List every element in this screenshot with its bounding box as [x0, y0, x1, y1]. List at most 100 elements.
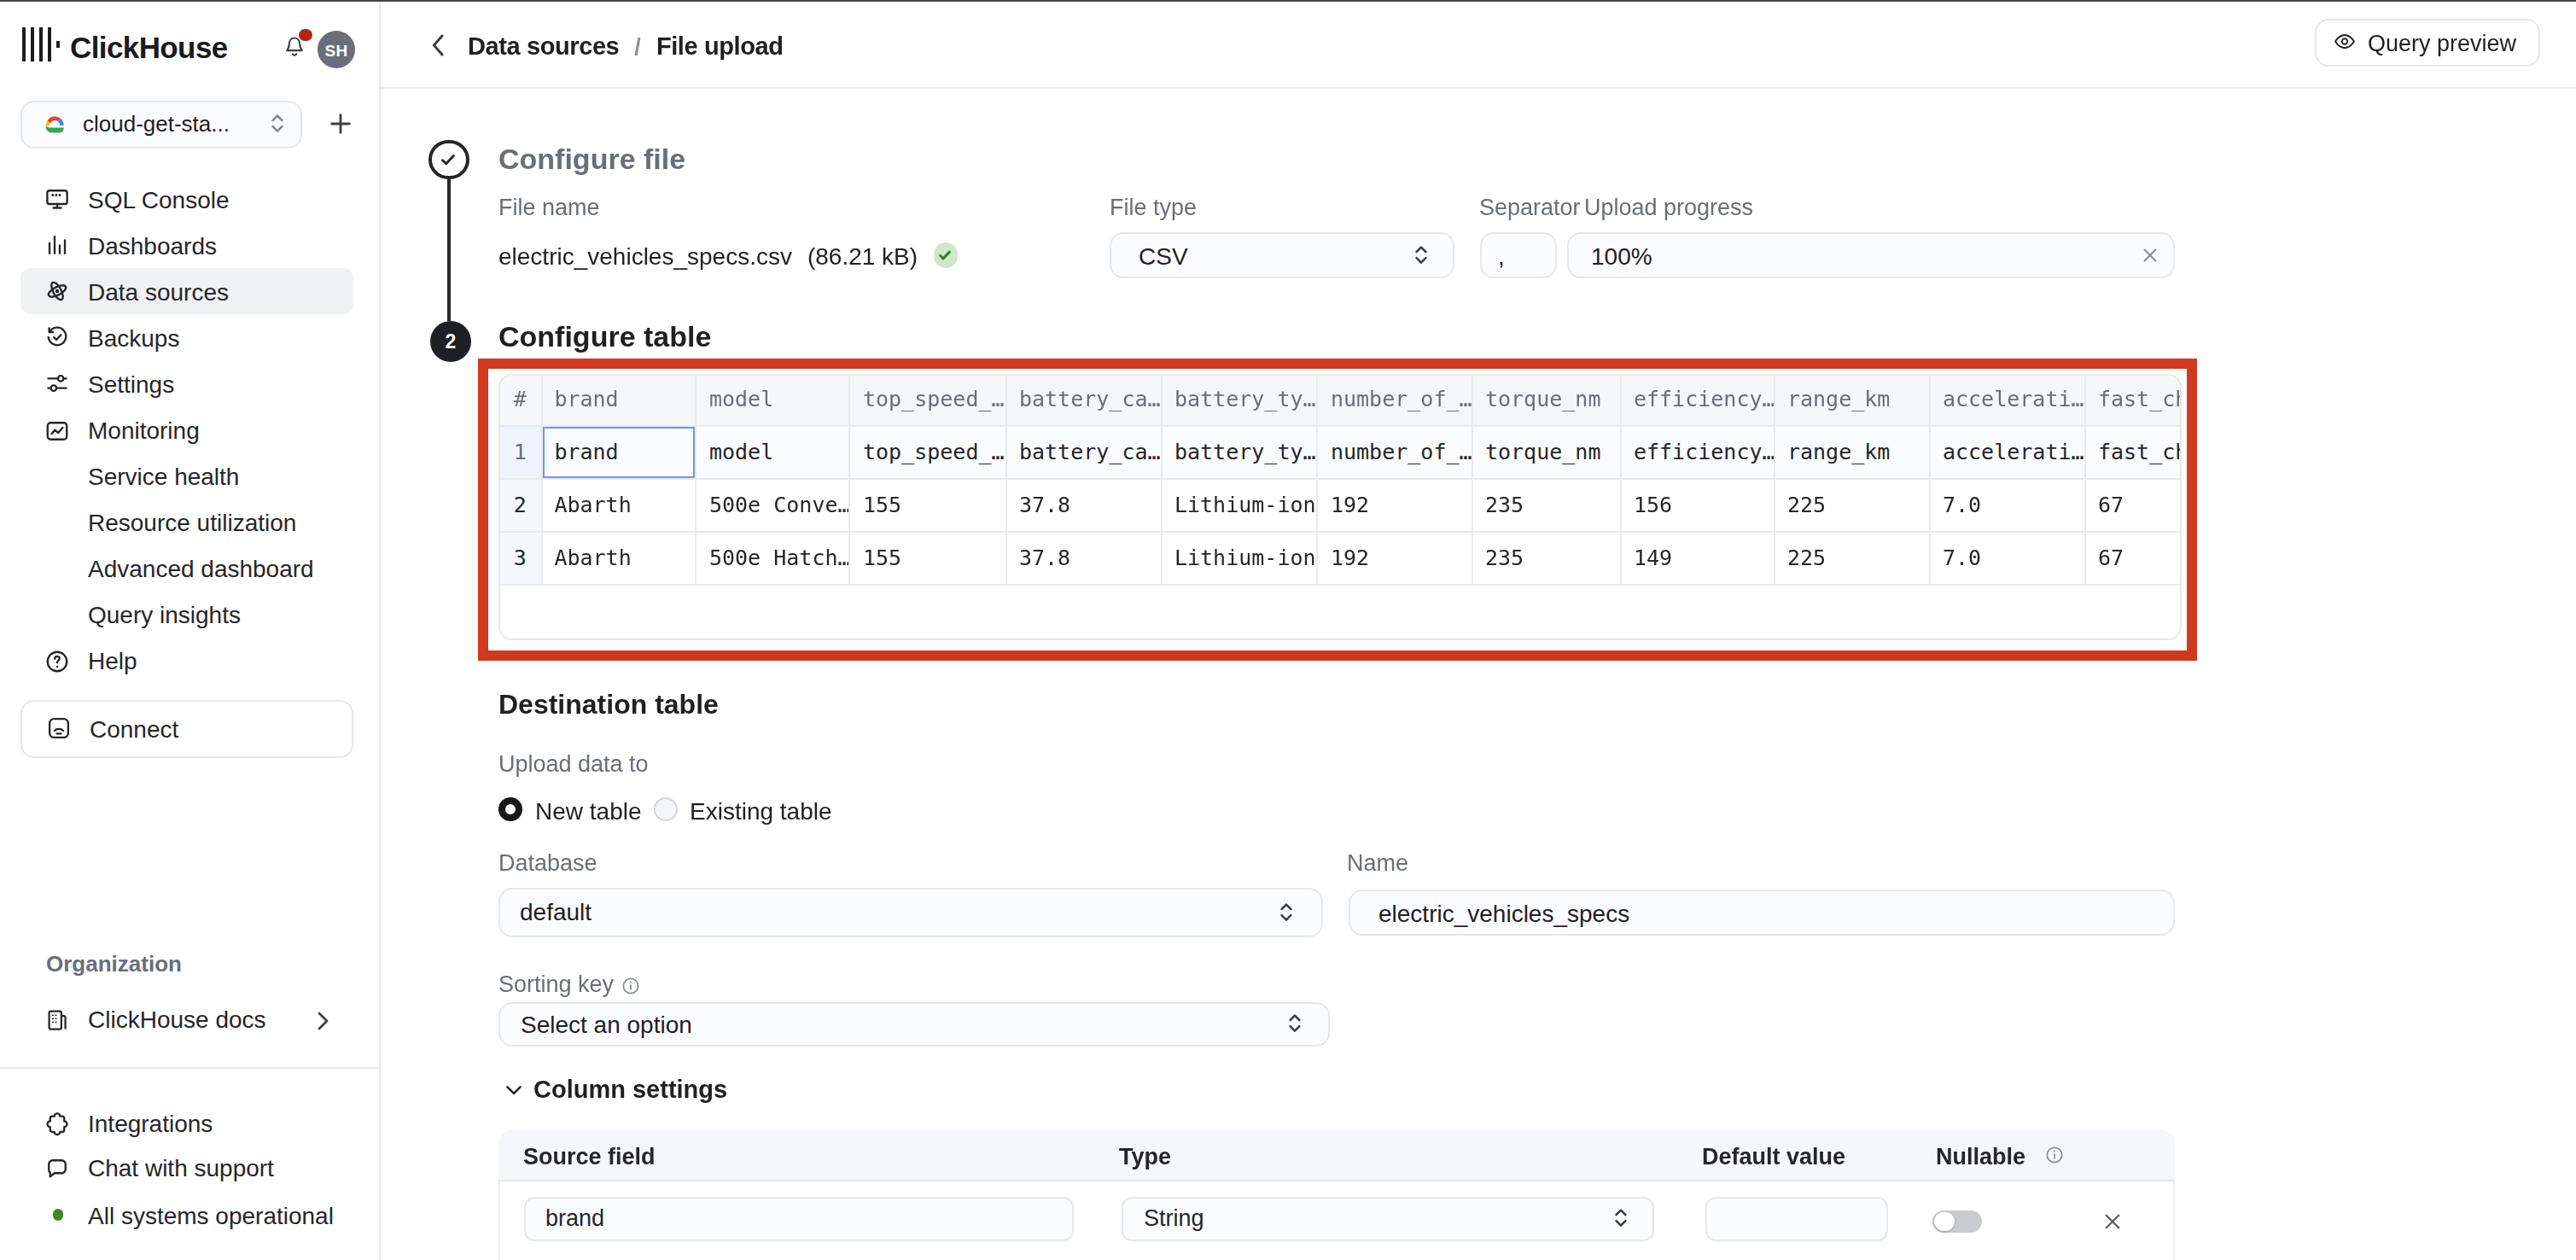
preview-cell[interactable]: 37.8 [1007, 532, 1163, 585]
connect-button[interactable]: Connect [20, 700, 353, 757]
preview-col-header: number_of_… [1319, 376, 1473, 426]
preview-cell[interactable]: Abarth [542, 479, 697, 532]
column-settings-row: brand String [498, 1181, 2175, 1260]
breadcrumb-file-upload: File upload [656, 32, 784, 60]
clear-upload-icon[interactable] [2140, 246, 2159, 265]
column-settings-chevron-icon[interactable] [505, 1083, 522, 1097]
query-preview-button[interactable]: Query preview [2315, 19, 2539, 67]
breadcrumb-data-sources[interactable]: Data sources [468, 32, 619, 60]
preview-cell[interactable]: Abarth [542, 532, 697, 585]
sorting-key-select[interactable]: Select an option [498, 1001, 1329, 1047]
upload-progress-input[interactable]: 100% [1567, 232, 2174, 278]
preview-cell[interactable]: 225 [1775, 479, 1931, 532]
database-select[interactable]: default [498, 888, 1323, 936]
preview-cell[interactable]: 155 [851, 479, 1007, 532]
source-field-input[interactable]: brand [524, 1196, 1073, 1241]
radio-new-table[interactable] [498, 796, 522, 821]
cell-text: 500e Conve… [709, 491, 851, 516]
preview-cell[interactable]: efficiency… [1622, 426, 1775, 479]
sidebar-item-sql-console[interactable]: SQL Console [20, 176, 353, 222]
preview-cell[interactable]: Lithium-ion [1163, 532, 1319, 585]
preview-cell[interactable]: 192 [1319, 479, 1473, 532]
chevron-updown-icon [1413, 244, 1428, 266]
preview-cell[interactable]: 235 [1473, 479, 1622, 532]
sidebar-item-monitoring[interactable]: Monitoring [20, 407, 353, 453]
nullable-toggle[interactable] [1932, 1210, 1981, 1233]
sidebar-item-advanced-dashboard[interactable]: Advanced dashboard [20, 546, 353, 592]
preview-cell[interactable]: torque_nm [1473, 426, 1622, 479]
preview-cell[interactable]: battery_ca… [1007, 426, 1163, 479]
preview-cell[interactable]: 7.0 [1931, 532, 2086, 585]
preview-col-header: battery_ty… [1163, 376, 1319, 426]
preview-cell[interactable]: 67 [2086, 479, 2179, 532]
file-type-select[interactable]: CSV [1110, 232, 1454, 278]
breadcrumb-separator: / [634, 34, 641, 60]
preview-cell[interactable]: range_km [1775, 426, 1931, 479]
clickhouse-logo-icon[interactable] [22, 27, 60, 61]
back-button[interactable] [430, 32, 446, 58]
preview-cell[interactable]: number_of_… [1319, 426, 1473, 479]
cell-text: brand [554, 438, 618, 464]
sidebar-item-integrations[interactable]: Integrations [20, 1103, 353, 1144]
cell-text: range_km [1787, 386, 1890, 411]
preview-cell[interactable]: 500e Conve… [697, 479, 851, 532]
type-header: Type [1119, 1143, 1171, 1169]
cell-text: torque_nm [1485, 438, 1600, 464]
sidebar-item-dashboards[interactable]: Dashboards [20, 222, 353, 268]
preview-cell[interactable]: model [697, 426, 851, 479]
avatar[interactable]: SH [318, 31, 355, 68]
sidebar-item-data-sources[interactable]: Data sources [20, 268, 353, 314]
preview-cell[interactable]: 2 [499, 479, 542, 532]
sidebar-item-resource-utilization[interactable]: Resource utilization [20, 499, 353, 545]
separator-input[interactable]: , [1479, 232, 1556, 278]
sorting-key-label: Sorting key [498, 971, 614, 996]
cell-text: 225 [1787, 491, 1826, 516]
preview-table: #brandmodeltop_speed_…battery_ca…battery… [498, 374, 2181, 639]
preview-cell[interactable]: fast_cha [2086, 426, 2179, 479]
preview-cell[interactable]: Lithium-ion [1163, 479, 1319, 532]
nullable-info-icon[interactable] [2045, 1146, 2064, 1164]
column-settings-label[interactable]: Column settings [533, 1076, 727, 1103]
type-select[interactable]: String [1122, 1196, 1653, 1241]
sorting-key-info-icon[interactable] [621, 976, 640, 995]
radio-existing-table[interactable] [654, 796, 678, 820]
preview-cell[interactable]: 235 [1473, 532, 1622, 585]
sidebar-item-backups[interactable]: Backups [20, 315, 353, 361]
preview-cell[interactable]: 155 [851, 532, 1007, 585]
preview-cell[interactable]: 1 [499, 426, 542, 479]
cell-text: Lithium-ion [1174, 491, 1316, 516]
file-name-value: electric_vehicles_specs.csv(86.21 kB) [498, 242, 958, 269]
sidebar-item-all-systems-operational[interactable]: All systems operational [20, 1194, 353, 1235]
add-service-button[interactable] [328, 111, 353, 137]
service-selector[interactable]: cloud-get-sta... [20, 101, 301, 148]
sidebar-item-service-health[interactable]: Service health [20, 453, 353, 499]
preview-cell[interactable]: 192 [1319, 532, 1473, 585]
preview-cell[interactable]: 67 [2086, 532, 2179, 585]
source-field-value: brand [545, 1206, 604, 1232]
sidebar-item-help[interactable]: Help [20, 639, 353, 685]
preview-cell[interactable]: 7.0 [1931, 479, 2086, 532]
nullable-header: Nullable [1936, 1143, 2025, 1169]
preview-cell[interactable]: accelerati… [1931, 426, 2086, 479]
sidebar-item-query-insights[interactable]: Query insights [20, 592, 353, 639]
sidebar-item-chat-with-support[interactable]: Chat with support [20, 1147, 353, 1188]
sidebar-item-clickhouse-docs[interactable]: ClickHouse docs [20, 999, 353, 1040]
name-input[interactable]: electric_vehicles_specs [1349, 890, 2174, 936]
preview-cell[interactable]: battery_ty… [1163, 426, 1319, 479]
cell-text: 37.8 [1019, 544, 1070, 569]
sidebar-item-settings[interactable]: Settings [20, 361, 353, 407]
sidebar-item-label: Help [88, 648, 137, 675]
sidebar-divider [0, 1067, 381, 1069]
preview-cell[interactable]: 500e Hatch… [697, 532, 851, 585]
preview-cell[interactable]: 225 [1775, 532, 1931, 585]
preview-cell[interactable]: 156 [1622, 479, 1775, 532]
preview-cell[interactable]: 3 [499, 532, 542, 585]
preview-cell[interactable]: 149 [1622, 532, 1775, 585]
file-valid-check-icon [933, 243, 958, 268]
default-value-input[interactable] [1705, 1196, 1888, 1241]
sidebar: ClickHouse SH cloud-get-sta... [0, 2, 381, 1260]
preview-cell[interactable]: 37.8 [1007, 479, 1163, 532]
preview-cell[interactable]: top_speed_… [851, 426, 1007, 479]
preview-cell[interactable]: brand [542, 426, 697, 479]
remove-column-button[interactable] [2103, 1211, 2122, 1230]
